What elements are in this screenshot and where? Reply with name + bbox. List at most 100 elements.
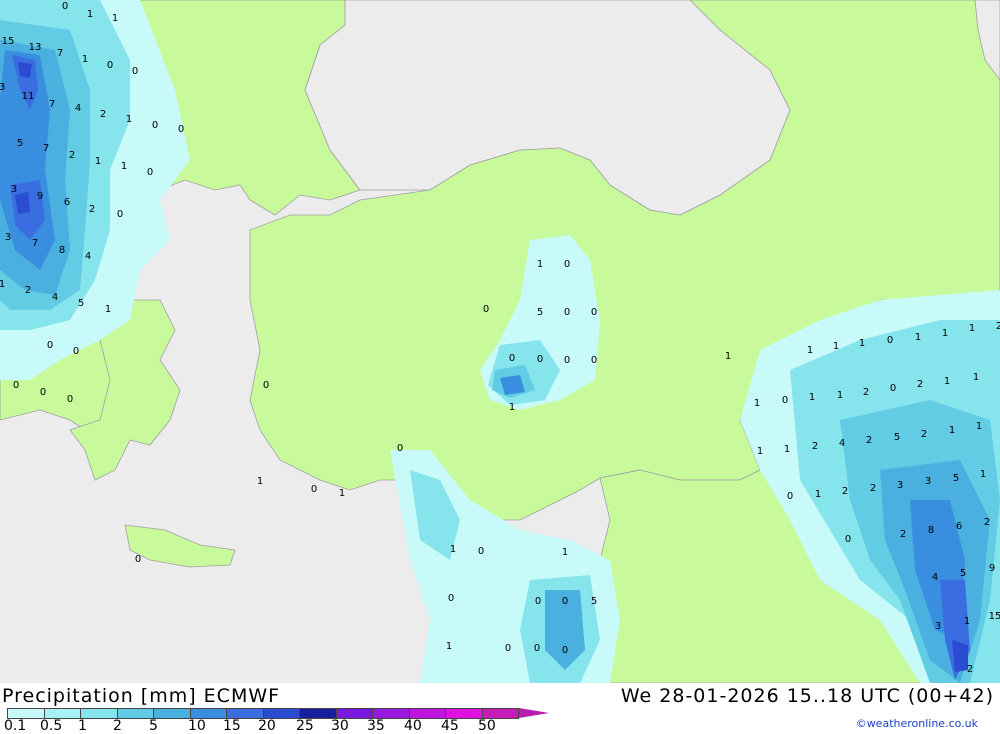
precip-value-label: 3 (897, 480, 903, 491)
precip-value-label: 0 (562, 596, 568, 607)
scale-tick-label: 25 (296, 718, 314, 734)
precip-value-label: 1 (126, 114, 132, 125)
precip-value-label: 1 (944, 376, 950, 387)
precip-value-label: 1 (537, 259, 543, 270)
precipitation-map: 01 1151371003117 42 10 05 721 103962 0378412451… (0, 0, 1000, 683)
precip-value-label: 6 (64, 197, 70, 208)
precip-value-label: 9 (37, 191, 43, 202)
precip-value-label: 2 (100, 109, 106, 120)
precip-value-label: 0 (67, 394, 73, 405)
precip-value-label: 0 (13, 380, 19, 391)
scale-tick-label: 20 (258, 718, 276, 734)
precip-value-label: 1 (562, 547, 568, 558)
precip-value-label: 2 (89, 204, 95, 215)
precip-value-label: 1 (450, 544, 456, 555)
precip-value-label: 0 (132, 66, 138, 77)
precip-value-label: 1 (95, 156, 101, 167)
precip-value-label: 7 (57, 48, 63, 59)
precip-value-label: 5 (960, 568, 966, 579)
precip-value-label: 0 (40, 387, 46, 398)
precip-value-label: 0 (117, 209, 123, 220)
precip-value-label: 5 (953, 473, 959, 484)
precip-value-label: 1 (87, 9, 93, 20)
precip-value-label: 9 (989, 563, 995, 574)
precip-value-label: 0 (564, 259, 570, 270)
precip-value-label: 0 (564, 355, 570, 366)
scale-tick-label: 50 (478, 718, 496, 734)
legend-bar: Precipitation [mm] ECMWF We 28-01-2026 1… (0, 683, 1000, 734)
precip-value-label: 7 (43, 143, 49, 154)
scale-tick-label: 1 (78, 718, 87, 734)
precip-value-label: 2 (866, 435, 872, 446)
scale-tick-label: 0.1 (4, 718, 27, 734)
precip-value-label: 4 (75, 103, 81, 114)
precip-value-label: 1 (807, 345, 813, 356)
precip-value-label: 0 (311, 484, 317, 495)
precip-value-label: 1 (815, 489, 821, 500)
precip-value-label: 1 (0, 279, 5, 290)
precip-value-label: 0 (147, 167, 153, 178)
precip-value-label: 3 (935, 621, 941, 632)
precip-value-label: 1 (980, 469, 986, 480)
precip-value-label: 5 (894, 432, 900, 443)
valid-time: We 28-01-2026 15..18 UTC (00+42) (620, 685, 994, 707)
precip-value-label: 1 (784, 444, 790, 455)
precip-value-label: 5 (78, 298, 84, 309)
precip-value-label: 2 (900, 529, 906, 540)
precip-value-label: 1 (973, 372, 979, 383)
precip-value-label: 13 (29, 42, 42, 53)
precip-value-label: 8 (59, 245, 65, 256)
precip-value-label: 0 (562, 645, 568, 656)
scale-tick-label: 10 (188, 718, 206, 734)
precip-value-label: 6 (956, 521, 962, 532)
precip-value-label: 4 (932, 572, 938, 583)
precip-value-label: 3 (925, 476, 931, 487)
precip-value-label: 1 (809, 392, 815, 403)
precip-value-label: 0 (448, 593, 454, 604)
map-title: Precipitation [mm] ECMWF (2, 685, 281, 707)
precip-value-label: 1 (837, 390, 843, 401)
precip-value-label: 1 (942, 328, 948, 339)
precip-value-label: 4 (52, 292, 58, 303)
scale-tick-label: 5 (149, 718, 158, 734)
color-scale (7, 708, 549, 719)
precip-value-label: 0 (537, 354, 543, 365)
precip-value-label: 7 (49, 99, 55, 110)
precip-value-label: 0 (47, 340, 53, 351)
precip-value-label: 3 (5, 232, 11, 243)
precip-value-label: 4 (85, 251, 91, 262)
precip-value-label: 1 (969, 323, 975, 334)
credit-link[interactable]: ©weatheronline.co.uk (856, 717, 978, 730)
precip-value-label: 0 (787, 491, 793, 502)
scale-tick-label: 45 (441, 718, 459, 734)
precip-value-label: 0 (890, 383, 896, 394)
precip-value-label: 15 (2, 36, 15, 47)
precip-value-label: 4 (839, 438, 845, 449)
precip-value-label: 2 (25, 285, 31, 296)
precip-value-label: 3 (11, 184, 17, 195)
precip-value-label: 15 (989, 611, 1000, 622)
precip-value-label: 1 (949, 425, 955, 436)
precip-value-label: 0 (478, 546, 484, 557)
precip-value-label: 8 (928, 525, 934, 536)
precip-value-label: 1 (105, 304, 111, 315)
scale-arrow (519, 708, 549, 718)
precip-value-label: 0 (263, 380, 269, 391)
color-scale-ticks: 0.1 0.5 1 2 5 10 15 20 25 30 35 40 45 50 (0, 718, 560, 734)
precip-value-label: 0 (535, 596, 541, 607)
precip-value-label: 1 (915, 332, 921, 343)
precip-value-label: 2 (812, 441, 818, 452)
precip-value-label: 0 (107, 60, 113, 71)
precip-value-label: 1 (833, 341, 839, 352)
precip-value-label: 2 (870, 483, 876, 494)
scale-tick-label: 0.5 (40, 718, 63, 734)
precip-value-label: 0 (534, 643, 540, 654)
precip-value-label: 0 (782, 395, 788, 406)
precip-value-label: 0 (845, 534, 851, 545)
scale-tick-label: 40 (404, 718, 422, 734)
scale-tick-label: 35 (367, 718, 385, 734)
precip-value-label: 0 (887, 335, 893, 346)
precip-value-label: 1 (339, 488, 345, 499)
precip-value-label: 1 (112, 13, 118, 24)
precip-value-label: 0 (591, 307, 597, 318)
